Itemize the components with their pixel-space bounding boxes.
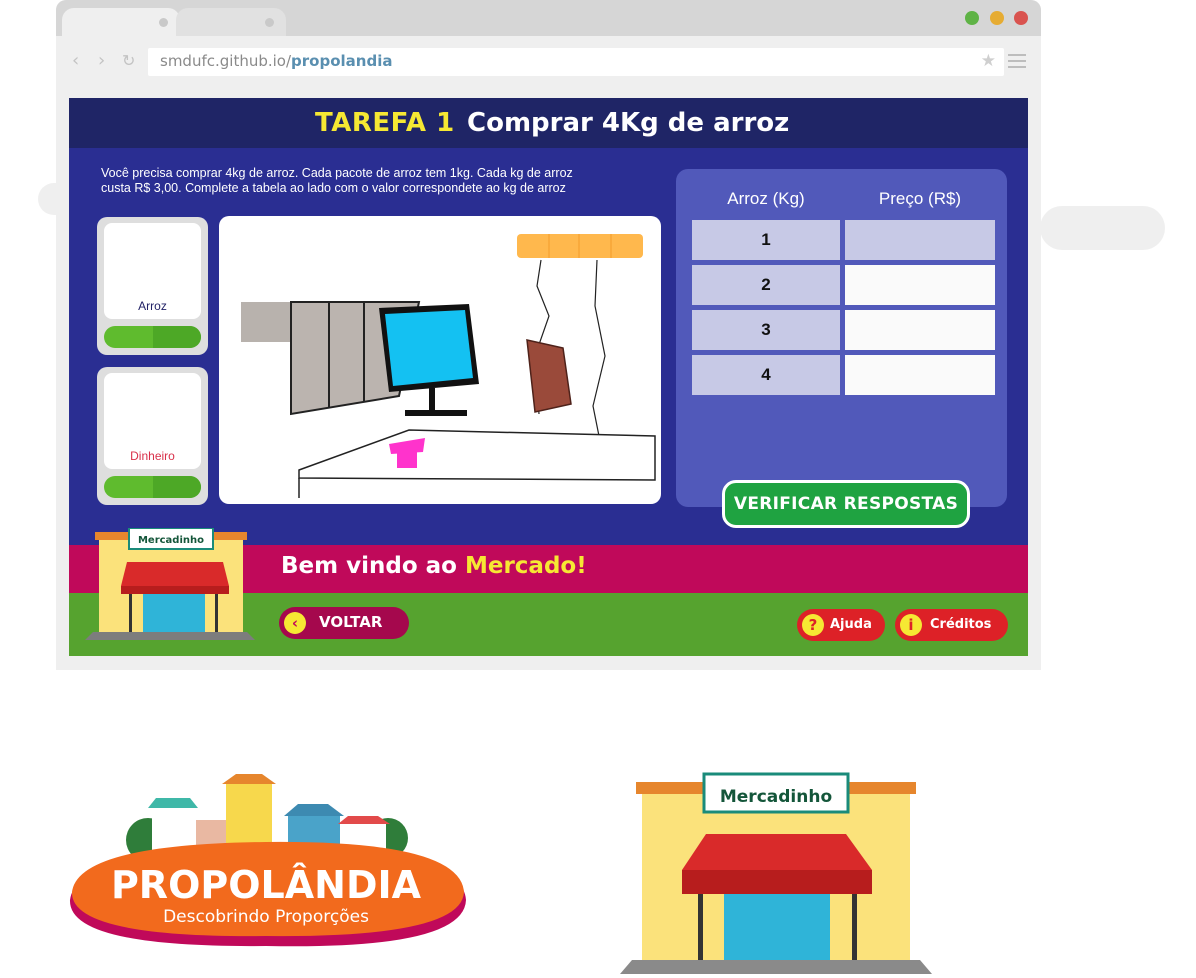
game-screen: TAREFA 1 Comprar 4Kg de arroz Você preci… <box>69 98 1028 656</box>
hamburger-menu-icon[interactable] <box>1008 54 1026 68</box>
minimize-light-icon[interactable] <box>990 11 1004 25</box>
price-input-4[interactable] <box>845 355 995 395</box>
rice-package[interactable] <box>526 339 572 413</box>
tab-close-icon[interactable] <box>159 18 168 27</box>
price-sign <box>517 234 643 258</box>
question-icon: ? <box>802 614 824 636</box>
market-scene[interactable] <box>219 216 661 504</box>
price-input-3[interactable] <box>845 310 995 350</box>
store-sign-large: Mercadinho <box>720 787 832 807</box>
info-icon: i <box>900 614 922 636</box>
logo-title: PROPOLÂNDIA <box>111 863 422 907</box>
help-button-label: Ajuda <box>830 617 872 632</box>
close-light-icon[interactable] <box>1014 11 1028 25</box>
url-host: smdufc.github.io/ <box>160 52 292 70</box>
tab-bar <box>56 0 1041 36</box>
table-cell-kg: 4 <box>692 355 840 395</box>
logo-subtitle: Descobrindo Proporções <box>163 907 369 927</box>
help-button[interactable]: ? Ajuda <box>797 609 885 641</box>
table-cell-kg: 2 <box>692 265 840 305</box>
back-button-label: VOLTAR <box>319 613 383 631</box>
price-input-2[interactable] <box>845 265 995 305</box>
rice-inventory-card: Arroz <box>97 217 208 355</box>
credits-button[interactable]: i Créditos <box>895 609 1008 641</box>
rice-progress-bar <box>104 326 201 348</box>
verify-answers-button[interactable]: VERIFICAR RESPOSTAS <box>722 480 970 528</box>
computer-screen <box>385 310 473 386</box>
forward-arrow-icon[interactable]: › <box>98 50 105 71</box>
store-illustration: Mercadinho <box>85 527 255 643</box>
instructions-line: custa R$ 3,00. Complete a tabela ao lado… <box>101 181 566 195</box>
welcome-highlight: Mercado! <box>464 553 587 579</box>
store-illustration-large: Mercadinho <box>620 770 932 974</box>
market-scene-drawing <box>241 234 656 498</box>
money-inventory-card: Dinheiro <box>97 367 208 505</box>
price-input-1[interactable] <box>845 220 995 260</box>
store-sign-small: Mercadinho <box>138 535 204 546</box>
browser-tab[interactable] <box>176 8 286 36</box>
task-header: TAREFA 1 Comprar 4Kg de arroz <box>69 98 1028 148</box>
url-path: propolandia <box>291 52 393 70</box>
reload-icon[interactable]: ↻ <box>122 51 135 70</box>
maximize-light-icon[interactable] <box>965 11 979 25</box>
url-bar[interactable]: smdufc.github.io/propolandia ★ <box>148 48 1004 76</box>
money-label: Dinheiro <box>130 449 175 463</box>
task-number: TAREFA 1 <box>315 108 455 138</box>
money-progress-bar <box>104 476 201 498</box>
back-button[interactable]: ‹ VOLTAR <box>279 607 409 639</box>
propolandia-logo: PROPOLÂNDIA Descobrindo Proporções <box>66 770 468 955</box>
column-header-kg: Arroz (Kg) <box>727 189 805 208</box>
task-title: Comprar 4Kg de arroz <box>467 108 790 138</box>
chevron-left-icon: ‹ <box>284 612 306 634</box>
rice-label: Arroz <box>138 299 167 313</box>
instructions-line: Você precisa comprar 4kg de arroz. Cada … <box>101 166 573 180</box>
money-slot[interactable]: Dinheiro <box>104 373 201 469</box>
table-cell-kg: 3 <box>692 310 840 350</box>
tab-close-icon[interactable] <box>265 18 274 27</box>
task-instructions: Você precisa comprar 4kg de arroz. Cada … <box>101 166 661 196</box>
address-row: ‹ › ↻ smdufc.github.io/propolandia ★ <box>56 36 1041 88</box>
back-arrow-icon[interactable]: ‹ <box>72 50 79 71</box>
rice-slot[interactable]: Arroz <box>104 223 201 319</box>
browser-tab-active[interactable] <box>62 8 180 36</box>
background-cloud <box>1040 206 1165 250</box>
bookmark-star-icon[interactable]: ★ <box>981 51 996 71</box>
price-table: Arroz (Kg) Preço (R$) 1 2 3 4 <box>676 169 1007 507</box>
welcome-text: Bem vindo ao Mercado! <box>281 553 587 579</box>
credits-button-label: Créditos <box>930 617 992 632</box>
column-header-price: Preço (R$) <box>878 189 962 208</box>
table-cell-kg: 1 <box>692 220 840 260</box>
